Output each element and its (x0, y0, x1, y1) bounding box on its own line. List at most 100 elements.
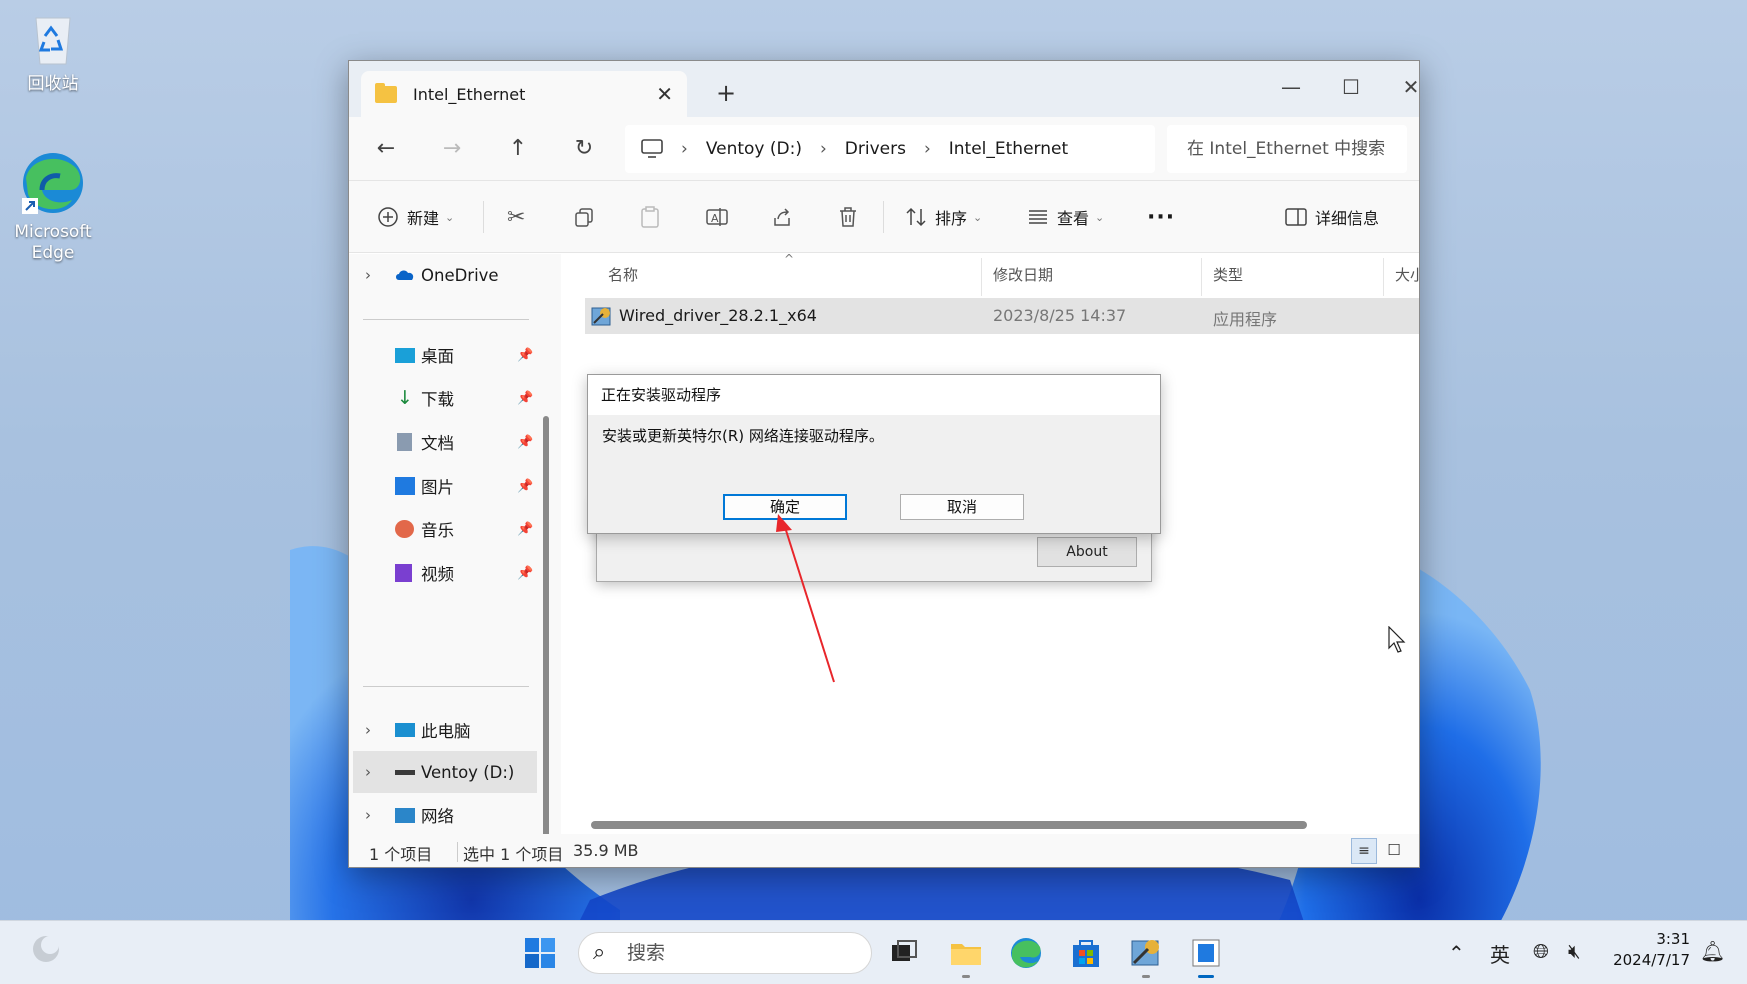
about-button[interactable]: About (1037, 537, 1137, 567)
sidebar-item-label: 网络 (421, 807, 454, 826)
refresh-button[interactable]: ↻ (569, 134, 599, 164)
command-bar: 新建 ⌄ ✂ A 排序 ⌄ 查看 ⌄ ··· 详细信息 (349, 181, 1419, 253)
column-header-size[interactable]: 大小 (1395, 264, 1419, 285)
sidebar-item-music[interactable]: 音乐 📌 (349, 508, 539, 550)
item-count: 1 个项目 (369, 845, 433, 864)
close-tab-icon[interactable]: ✕ (656, 82, 673, 106)
documents-icon (397, 433, 412, 451)
breadcrumb-current[interactable]: Intel_Ethernet (949, 139, 1068, 159)
rename-button[interactable]: A (705, 203, 737, 231)
file-explorer-taskbar-icon[interactable] (948, 935, 984, 971)
install-driver-dialog: 正在安装驱动程序 安装或更新英特尔(R) 网络连接驱动程序。 确定 取消 (587, 374, 1161, 534)
paste-button[interactable] (639, 203, 669, 231)
minimize-button[interactable]: — (1261, 69, 1321, 105)
edge-icon (22, 153, 83, 214)
new-button[interactable]: 新建 ⌄ (377, 203, 454, 231)
start-icon[interactable] (522, 935, 558, 971)
recycle-bin-icon (35, 17, 71, 65)
store-icon[interactable] (1068, 935, 1104, 971)
sidebar-item-label: 此电脑 (421, 722, 471, 741)
sort-ascending-icon: ^ (784, 252, 795, 266)
details-button[interactable]: 详细信息 (1285, 203, 1379, 231)
sidebar-item-onedrive[interactable]: › OneDrive (349, 254, 539, 296)
title-bar: Intel_Ethernet ✕ + — ☐ ✕ (349, 61, 1419, 117)
sidebar-item-desktop[interactable]: 桌面 📌 (349, 334, 539, 376)
chevron-right-icon: › (365, 721, 371, 739)
column-header-modified[interactable]: 修改日期 (993, 264, 1053, 285)
clock[interactable]: 3:31 2024/7/17 (1604, 929, 1690, 971)
navigation-pane-scrollbar[interactable] (543, 416, 549, 867)
sidebar-item-downloads[interactable]: ↓ 下载 📌 (349, 377, 539, 419)
column-header-type[interactable]: 类型 (1213, 264, 1243, 285)
desktop-icon (395, 348, 415, 363)
sidebar-item-ventoy-drive[interactable]: › Ventoy (D:) (353, 751, 537, 793)
cut-button[interactable]: ✂ (507, 203, 525, 231)
dialog-message: 安装或更新英特尔(R) 网络连接驱动程序。 (602, 427, 884, 445)
sidebar-item-this-pc[interactable]: › 此电脑 (349, 709, 539, 751)
taskbar-search-input[interactable]: ⌕ 搜索 (578, 932, 872, 974)
view-label: 查看 (1057, 209, 1090, 228)
tab-intel-ethernet[interactable]: Intel_Ethernet ✕ (361, 71, 687, 117)
sidebar-item-pictures[interactable]: 图片 📌 (349, 465, 539, 507)
table-row[interactable]: Wired_driver_28.2.1_x64 2023/8/25 14:37 … (585, 298, 1419, 334)
desktop-icon-recycle-bin[interactable]: 回收站 (7, 10, 99, 95)
edge-taskbar-icon[interactable] (1008, 935, 1044, 971)
ime-indicator[interactable]: 英 (1490, 939, 1510, 968)
network-icon[interactable]: 🌐︎ (1533, 939, 1549, 963)
new-label: 新建 (407, 209, 440, 228)
navigation-pane: › OneDrive 桌面 📌 ↓ 下载 📌 文档 📌 图片 📌 音乐 📌 视频… (349, 254, 561, 834)
divider (1201, 258, 1202, 296)
divider (883, 201, 884, 233)
plus-circle-icon (378, 207, 398, 227)
new-tab-button[interactable]: + (711, 79, 741, 107)
details-view-button[interactable]: ≡ (1351, 838, 1377, 864)
svg-text:A: A (711, 212, 719, 225)
copy-button[interactable] (573, 203, 603, 231)
installer-taskbar-icon[interactable] (1128, 935, 1164, 971)
tiles-view-button[interactable]: ☐ (1381, 838, 1407, 864)
task-view-icon[interactable] (886, 935, 922, 971)
close-window-button[interactable]: ✕ (1381, 69, 1419, 105)
back-button[interactable]: ← (371, 134, 401, 164)
forward-button[interactable]: → (437, 134, 467, 164)
breadcrumb-drivers[interactable]: Drivers (845, 139, 906, 159)
sidebar-item-label: 文档 (421, 434, 454, 453)
sidebar-item-documents[interactable]: 文档 📌 (349, 421, 539, 463)
divider (1383, 258, 1384, 296)
address-bar[interactable]: › Ventoy (D:) › Drivers › Intel_Ethernet (625, 125, 1155, 173)
chevron-up-icon[interactable]: ⌃ (1448, 941, 1465, 965)
pin-icon: 📌 (517, 347, 534, 363)
more-button[interactable]: ··· (1147, 203, 1175, 231)
weather-widget-icon[interactable] (28, 931, 64, 967)
desktop-icon-microsoft-edge[interactable]: Microsoft Edge (7, 150, 99, 264)
sidebar-item-videos[interactable]: 视频 📌 (349, 552, 539, 594)
file-modified: 2023/8/25 14:37 (993, 306, 1127, 325)
divider (457, 842, 458, 862)
details-pane-icon (1285, 208, 1307, 226)
view-button[interactable]: 查看 ⌄ (1027, 203, 1104, 231)
sidebar-item-network[interactable]: › 网络 (349, 794, 539, 836)
horizontal-scrollbar[interactable] (591, 821, 1307, 829)
column-header-name[interactable]: 名称 (608, 264, 638, 285)
search-input[interactable]: 在 Intel_Ethernet 中搜索 (1167, 125, 1407, 173)
breadcrumb-drive[interactable]: Ventoy (D:) (706, 139, 802, 159)
cancel-button[interactable]: 取消 (900, 494, 1024, 520)
sort-button[interactable]: 排序 ⌄ (905, 203, 982, 231)
running-indicator (1142, 975, 1150, 978)
this-pc-icon (395, 723, 415, 737)
sort-label: 排序 (935, 209, 968, 228)
up-button[interactable]: ↑ (503, 134, 533, 164)
maximize-button[interactable]: ☐ (1321, 69, 1381, 105)
scissors-icon: ✂ (507, 204, 526, 230)
installer-dialog-taskbar-icon[interactable] (1188, 935, 1224, 971)
volume-muted-icon[interactable]: 🔇︎ (1568, 939, 1581, 963)
sidebar-item-label: Ventoy (D:) (421, 762, 515, 782)
copy-icon (575, 208, 593, 227)
installer-app-icon (591, 307, 611, 326)
delete-button[interactable] (837, 203, 867, 231)
active-indicator (1198, 975, 1214, 978)
notification-icon[interactable]: 🔔︎ (1700, 939, 1725, 963)
dialog-title: 正在安装驱动程序 (588, 375, 1160, 415)
chevron-right-icon: › (365, 266, 371, 284)
share-button[interactable] (771, 203, 801, 231)
